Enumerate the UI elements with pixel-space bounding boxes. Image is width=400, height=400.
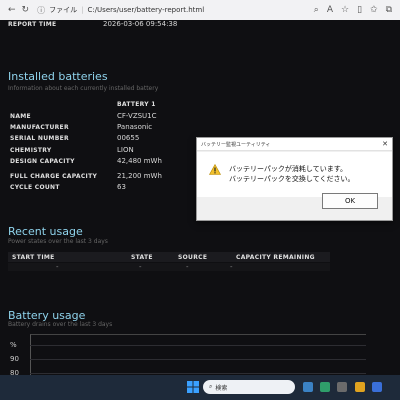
table-row: CYCLE COUNT 63 [10,182,195,192]
recent-usage-title: Recent usage [8,225,83,238]
browser-tools: ⌕ A ☆ ▯ ✩ ⧉ [314,5,400,15]
favorite-icon[interactable]: ☆ [341,5,349,15]
row-label: NAME [10,113,31,120]
recent-usage-subtitle: Power states over the last 3 days [8,238,108,245]
start-time-cell: - [56,263,59,271]
row-value: 42,480 mWh [117,157,162,165]
row-value: CF-VZSU1C [117,112,157,120]
chart-plot-area [30,334,366,375]
chart-gridline [30,345,366,346]
browser-nav: ← ↻ [0,5,29,15]
capacity-remaining-header: CAPACITY REMAINING [236,254,315,261]
windows-start-icon[interactable] [187,381,199,393]
split-icon[interactable]: ▯ [357,5,362,15]
collections-icon[interactable]: ⧉ [386,5,392,15]
warning-icon [209,164,221,175]
zoom-icon[interactable]: ⌕ [314,5,319,15]
chart-gridline [30,373,366,374]
dialog-titlebar[interactable]: バッテリー監視ユーティリティ ✕ [197,138,392,151]
installed-batteries-subtitle: Information about each currently install… [8,85,159,92]
taskbar: ⌕ 検索 [0,375,400,400]
app-icon[interactable] [355,382,365,392]
battery-warning-dialog: バッテリー監視ユーティリティ ✕ バッテリーパックが消耗しています。 バッテリー… [196,137,393,221]
dialog-title: バッテリー監視ユーティリティ [201,141,271,148]
table-row: MANUFACTURER Panasonic [10,122,195,132]
taskbar-search-box[interactable]: ⌕ 検索 [203,380,295,394]
back-icon[interactable]: ← [8,5,16,15]
start-time-header: START TIME [12,254,55,261]
dialog-message-line1: バッテリーパックが消耗しています。 [229,165,348,173]
table-row: CHEMISTRY LION [10,145,195,155]
report-time-value: 2026-03-06 09:54:38 [103,20,178,28]
row-value: Panasonic [117,123,153,131]
browser-toolbar: ← ↻ ⓘ ファイル | C:/Users/user/battery-repor… [0,0,400,20]
battery-column-header: BATTERY 1 [117,101,156,108]
table-row: FULL CHARGE CAPACITY 21,200 mWh [10,171,195,181]
capacity-cell: - [230,263,233,271]
app-icon[interactable] [303,382,313,392]
table-row: DESIGN CAPACITY 42,480 mWh [10,156,195,166]
battery-column-header-row: BATTERY 1 [10,100,195,110]
row-label: MANUFACTURER [10,124,69,131]
row-value: 00655 [117,134,140,142]
app-icon[interactable] [320,382,330,392]
ok-button[interactable]: OK [322,193,378,209]
app-icon[interactable] [337,382,347,392]
chart-gridline [30,359,366,360]
read-aloud-icon[interactable]: A [327,5,333,15]
row-label: SERIAL NUMBER [10,135,69,142]
address-text[interactable]: C:/Users/user/battery-report.html [87,6,204,14]
app-icon[interactable] [372,382,382,392]
installed-batteries-title: Installed batteries [8,70,108,83]
row-value: 21,200 mWh [117,172,162,180]
table-row: - - - - [8,263,330,271]
close-icon[interactable]: ✕ [382,140,388,148]
battery-usage-subtitle: Battery drains over the last 3 days [8,321,113,328]
y-axis-unit-label: % [10,341,17,349]
row-label: CYCLE COUNT [10,184,60,191]
table-row: NAME CF-VZSU1C [10,111,195,121]
y-tick-label: 90 [10,355,19,363]
state-cell: - [139,263,142,271]
info-icon: ⓘ [37,5,46,15]
search-label: 検索 [215,384,228,392]
favorites-list-icon[interactable]: ✩ [370,5,378,15]
source-header: SOURCE [178,254,208,261]
state-header: STATE [131,254,153,261]
address-bar[interactable]: ⓘ ファイル | C:/Users/user/battery-report.ht… [37,5,314,16]
address-divider: | [81,6,84,14]
row-label: FULL CHARGE CAPACITY [10,173,98,180]
row-value: 63 [117,183,126,191]
row-label: DESIGN CAPACITY [10,158,75,165]
file-label: ファイル [49,6,78,14]
battery-usage-chart: % 90 80 [10,332,366,375]
dialog-message-line2: バッテリーパックを交換してください。 [229,175,355,183]
source-cell: - [186,263,189,271]
table-row: SERIAL NUMBER 00655 [10,133,195,143]
report-time-label: REPORT TIME [8,21,57,28]
search-icon: ⌕ [209,383,213,390]
reload-icon[interactable]: ↻ [22,5,30,15]
row-value: LION [117,146,134,154]
row-label: CHEMISTRY [10,147,52,154]
dialog-body: バッテリーパックが消耗しています。 バッテリーパックを交換してください。 [197,152,392,197]
recent-usage-header: START TIME STATE SOURCE CAPACITY REMAINI… [8,252,330,262]
